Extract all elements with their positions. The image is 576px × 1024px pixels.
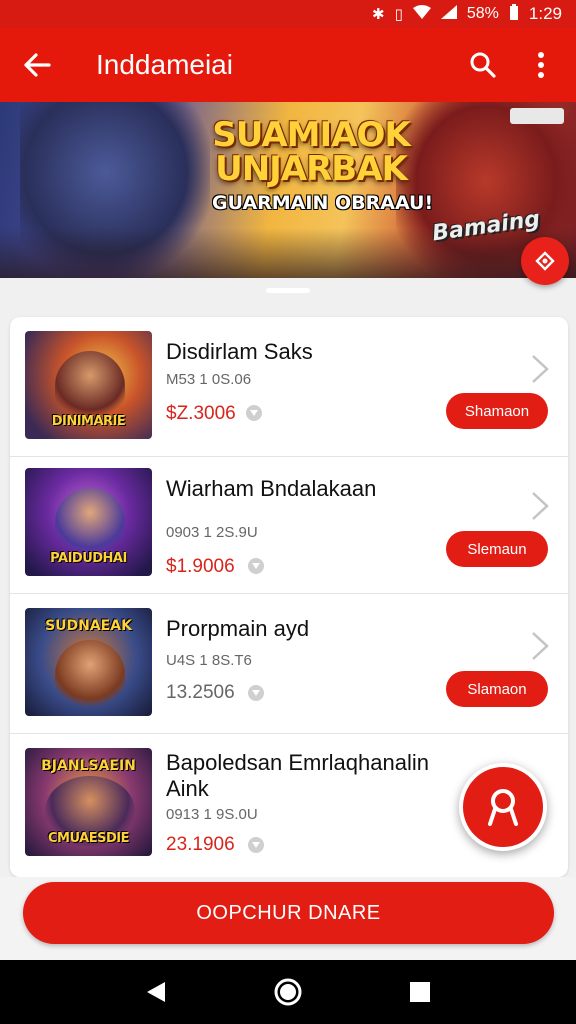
game-thumbnail: BJANLSAEIN CMUAESDIE xyxy=(25,748,152,856)
info-icon[interactable] xyxy=(248,558,264,574)
home-circle-icon xyxy=(274,978,302,1006)
award-icon xyxy=(488,789,518,826)
search-icon xyxy=(470,52,496,78)
search-button[interactable] xyxy=(454,28,512,102)
banner-share-button[interactable] xyxy=(521,237,569,285)
chevron-right-icon[interactable] xyxy=(530,353,550,385)
banner-headline: SUAMIAOK UNJARBAK xyxy=(196,118,426,186)
vibrate-icon: ▯ xyxy=(394,6,403,23)
game-action-button[interactable]: Shamaon xyxy=(446,393,548,429)
status-bar: ✱ ▯ 58% 1:29 xyxy=(0,0,576,28)
game-thumbnail: SUDNAEAK xyxy=(25,608,152,716)
bluetooth-icon: ✱ xyxy=(372,6,385,23)
info-icon[interactable] xyxy=(248,685,264,701)
list-item[interactable]: SUDNAEAK Prorpmain ayd U4S 1 8S.T6 13.25… xyxy=(10,594,568,734)
thumb-title: CMUAESDIE xyxy=(48,831,129,846)
game-name: Bapoledsan Emrlaqhanalin Aink xyxy=(166,750,429,801)
more-vert-icon xyxy=(538,52,544,78)
share-icon xyxy=(535,251,555,271)
banner-headline-line-2: UNJARBAK xyxy=(215,149,408,189)
thumb-banner: BJANLSAEIN xyxy=(41,758,136,774)
banner-headline-line-1: SUAMIAOK xyxy=(212,115,410,155)
list-item[interactable]: PAIDUDHAI Wiarham Bndalakaan 0903 1 2S.9… xyxy=(10,454,568,594)
back-triangle-icon xyxy=(147,982,165,1002)
game-price: $1.9006 xyxy=(166,556,235,577)
game-price: 23.1906 xyxy=(166,834,235,855)
game-price: 13.2506 xyxy=(166,682,235,703)
thumb-character xyxy=(55,351,125,421)
game-name: Disdirlam Saks xyxy=(166,339,313,364)
game-meta: U4S 1 8S.T6 xyxy=(166,652,252,669)
game-thumbnail: DINIMARIE xyxy=(25,331,152,439)
recents-square-icon xyxy=(410,982,430,1002)
list-item[interactable]: DINIMARIE Disdirlam Saks M53 1 0S.06 $Z.… xyxy=(10,317,568,457)
primary-cta-button[interactable]: OOPCHUR DNARE xyxy=(23,882,554,944)
thumb-title: SUDNAEAK xyxy=(45,618,132,634)
battery-percent: 58% xyxy=(466,5,499,22)
nav-home-button[interactable] xyxy=(268,972,308,1012)
thumb-title: PAIDUDHAI xyxy=(50,551,127,566)
game-name: Wiarham Bndalakaan xyxy=(166,476,377,501)
nav-recents-button[interactable] xyxy=(400,972,440,1012)
game-meta: M53 1 0S.06 xyxy=(166,371,252,388)
drag-handle[interactable] xyxy=(266,288,310,293)
thumb-character xyxy=(55,488,125,558)
more-options-button[interactable] xyxy=(512,28,570,102)
thumb-title: DINIMARIE xyxy=(51,414,126,429)
page-title: Inddameiai xyxy=(96,49,233,80)
back-button[interactable] xyxy=(0,28,74,102)
info-icon[interactable] xyxy=(248,837,264,853)
floating-action-button[interactable] xyxy=(459,763,547,851)
clock: 1:29 xyxy=(528,4,562,23)
signal-icon xyxy=(440,5,457,23)
thumb-character xyxy=(55,640,125,710)
game-meta: 0903 1 2S.9U xyxy=(166,524,258,541)
game-action-button[interactable]: Slamaon xyxy=(446,671,548,707)
promo-banner[interactable]: SUAMIAOK UNJARBAK GUARMAIN OBRAAU! Bamai… xyxy=(0,102,576,278)
game-name: Prorpmain ayd xyxy=(166,616,310,641)
chevron-right-icon[interactable] xyxy=(530,490,550,522)
app-bar: Inddameiai xyxy=(0,28,576,102)
corner-badge xyxy=(510,108,564,124)
game-thumbnail: PAIDUDHAI xyxy=(25,468,152,576)
nav-back-button[interactable] xyxy=(136,972,176,1012)
game-action-button[interactable]: Slemaun xyxy=(446,531,548,567)
banner-subtitle: GUARMAIN OBRAAU! xyxy=(212,192,434,214)
wifi-icon xyxy=(412,5,431,23)
chevron-right-icon[interactable] xyxy=(530,630,550,662)
system-nav-bar xyxy=(0,960,576,1024)
arrow-left-icon xyxy=(24,53,51,77)
battery-icon xyxy=(509,4,519,24)
info-icon[interactable] xyxy=(246,405,262,421)
game-price: $Z.3006 xyxy=(166,403,236,424)
game-meta: 0913 1 9S.0U xyxy=(166,806,258,823)
